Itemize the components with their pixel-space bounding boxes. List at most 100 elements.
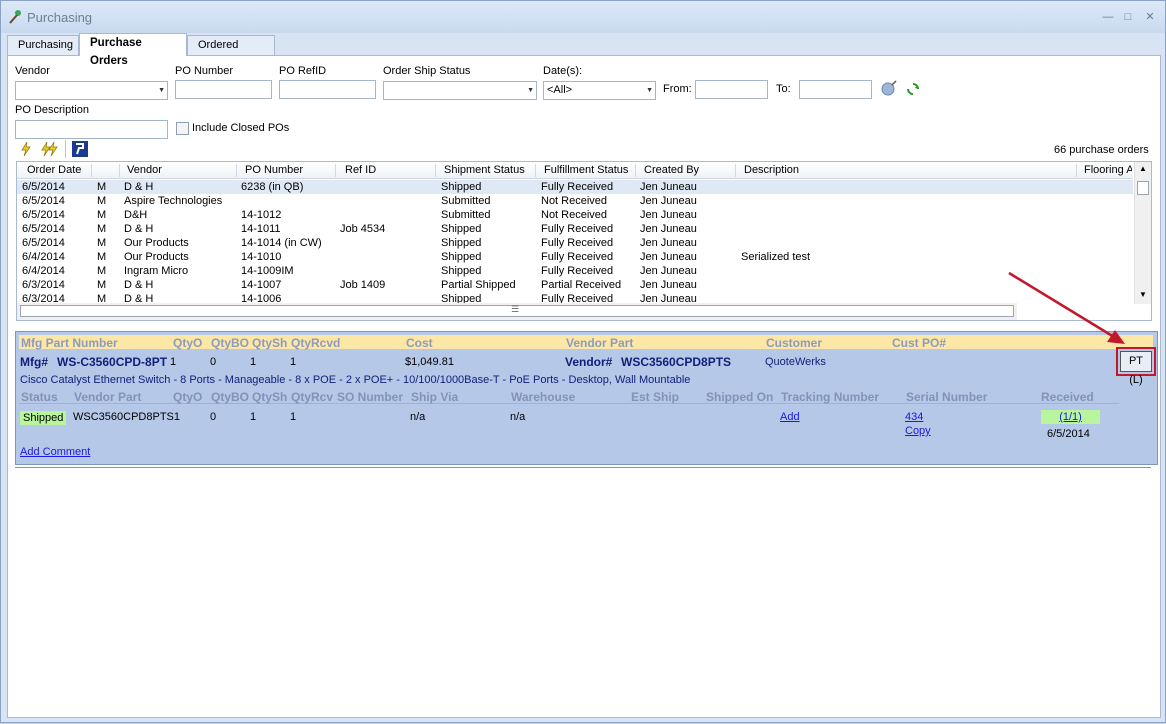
close-icon[interactable]: ✕ <box>1141 10 1159 24</box>
cell-by: Jen Juneau <box>640 223 697 235</box>
vendor-combo[interactable]: ▼ <box>15 81 168 100</box>
cell-date: 6/5/2014 <box>22 181 65 193</box>
from-date-input[interactable] <box>695 80 768 99</box>
column-separator <box>1076 164 1077 177</box>
scroll-down-icon[interactable]: ▼ <box>1137 290 1149 300</box>
po-description-label: PO Description <box>15 104 89 116</box>
pt-l-button[interactable]: PT (L) <box>1120 351 1152 386</box>
to-date-input[interactable] <box>799 80 872 99</box>
cell-by: Jen Juneau <box>640 251 697 263</box>
sub-vendor-part: Vendor Part <box>74 390 142 404</box>
cell-fulfill: Fully Received <box>541 251 614 263</box>
from-label: From: <box>663 83 692 95</box>
mfg-part-number: WS-C3560CPD-8PT <box>57 355 168 369</box>
clear-filter-icon[interactable] <box>880 80 898 98</box>
horizontal-scrollbar[interactable]: ☰ <box>17 303 1017 320</box>
sub-serial: Serial Number <box>906 390 988 404</box>
include-closed-checkbox[interactable] <box>176 122 189 135</box>
vendor-number-label: Vendor# <box>565 355 613 369</box>
hdr-mfg-part: Mfg Part Number <box>21 336 118 350</box>
table-row[interactable]: 6/5/2014 M D & H 6238 (in QB) Shipped Fully R… <box>17 180 1133 194</box>
double-lightning-icon[interactable] <box>40 142 58 156</box>
maximize-icon[interactable]: □ <box>1119 10 1137 24</box>
scroll-up-icon[interactable]: ▲ <box>1137 164 1149 174</box>
table-row[interactable]: 6/5/2014 M D & H 14-1011 Job 4534 Shipped Full… <box>17 222 1133 236</box>
sub-status: Status <box>21 390 58 404</box>
col-fulfillment-status[interactable]: Fulfillment Status <box>544 164 628 176</box>
cell-vendor: D & H <box>124 279 154 291</box>
tab-purchasing[interactable]: Purchasing <box>7 35 79 55</box>
cell-date: 6/5/2014 <box>22 209 65 221</box>
cell-vendor: D & H <box>124 181 154 193</box>
to-label: To: <box>776 83 791 95</box>
lightning-icon[interactable] <box>19 142 33 156</box>
vendor-label: Vendor <box>15 65 50 77</box>
col-description[interactable]: Description <box>744 164 799 176</box>
table-row[interactable]: 6/4/2014 M Our Products 14-1010 Shipped Fully… <box>17 250 1133 264</box>
sub-so-number: SO Number <box>337 390 404 404</box>
cell-m: M <box>97 251 107 263</box>
dates-combo[interactable]: <All> ▼ <box>543 81 656 100</box>
cell-vendor: Aspire Technologies <box>124 195 223 207</box>
quotewerks-icon[interactable] <box>72 141 88 157</box>
sub-qtyrcv: QtyRcv <box>291 390 334 404</box>
col-created-by[interactable]: Created By <box>644 164 699 176</box>
warehouse-value: n/a <box>510 411 526 423</box>
hdr-qtybo: QtyBO <box>211 336 250 350</box>
sub-shipped-on: Shipped On <box>706 390 774 404</box>
scroll-thumb[interactable] <box>1137 181 1149 195</box>
po-refid-label: PO RefID <box>279 65 327 77</box>
col-vendor[interactable]: Vendor <box>127 164 162 176</box>
col-ref-id[interactable]: Ref ID <box>345 164 376 176</box>
cell-m: M <box>97 237 107 249</box>
grip-icon: ☰ <box>511 304 520 314</box>
table-row[interactable]: 6/4/2014 M Ingram Micro 14-1009IM Shipped Ful… <box>17 264 1133 278</box>
order-ship-status-combo[interactable]: ▼ <box>383 81 537 100</box>
hdr-qtyo: QtyO <box>173 336 203 350</box>
ship-qtysh: 1 <box>250 411 257 423</box>
tab-purchase-orders[interactable]: Purchase Orders <box>79 33 187 67</box>
sub-received: Received <box>1041 390 1094 404</box>
h-scroll-thumb[interactable]: ☰ <box>20 304 1014 317</box>
cell-date: 6/5/2014 <box>22 223 65 235</box>
cell-fulfill: Partial Received <box>541 279 622 291</box>
table-row[interactable]: 6/5/2014 M Our Products 14-1014 (in CW) Ship… <box>17 236 1133 250</box>
pt-l-label: PT (L) <box>1128 355 1144 386</box>
received-date: 6/5/2014 <box>1047 428 1090 440</box>
table-row[interactable]: 6/5/2014 M Aspire Technologies Submitted Not… <box>17 194 1133 208</box>
vendor-part-value: WSC3560CPD8PTS <box>621 355 732 369</box>
refresh-icon[interactable] <box>906 82 920 96</box>
item-description: Cisco Catalyst Ethernet Switch - 8 Ports… <box>20 374 691 386</box>
serial-number-link[interactable]: 434 <box>905 411 923 423</box>
po-refid-input[interactable] <box>279 80 376 99</box>
col-shipment-status[interactable]: Shipment Status <box>444 164 525 176</box>
cell-po: 6238 (in QB) <box>241 181 304 193</box>
po-number-input[interactable] <box>175 80 272 99</box>
cell-ship: Shipped <box>441 265 482 277</box>
cell-m: M <box>97 265 107 277</box>
cell-date: 6/5/2014 <box>22 237 65 249</box>
table-row[interactable]: 6/3/2014 M D & H 14-1007 Job 1409 Partial Shi… <box>17 278 1133 292</box>
cell-po: 14-1012 <box>241 209 282 221</box>
dropdown-arrow-icon: ▼ <box>158 87 165 94</box>
add-comment-link[interactable]: Add Comment <box>20 446 90 458</box>
copy-serial-link[interactable]: Copy <box>905 425 931 437</box>
vertical-scrollbar[interactable]: ▲ ▼ <box>1134 162 1151 304</box>
po-description-input[interactable] <box>15 120 168 139</box>
customer-value: QuoteWerks <box>765 356 826 368</box>
tab-ordered-items[interactable]: Ordered Items <box>187 35 275 69</box>
cell-date: 6/4/2014 <box>22 251 65 263</box>
col-flooring[interactable]: Flooring A <box>1084 164 1132 176</box>
ship-qtybo: 0 <box>210 411 217 423</box>
tracking-add-link[interactable]: Add <box>780 411 800 423</box>
received-link[interactable]: (1/1) <box>1041 410 1100 424</box>
table-row[interactable]: 6/5/2014 M D&H 14-1012 Submitted Not Received… <box>17 208 1133 222</box>
app-icon <box>9 10 21 24</box>
col-order-date[interactable]: Order Date <box>27 164 81 176</box>
cell-fulfill: Fully Received <box>541 181 614 193</box>
minimize-icon[interactable]: — <box>1099 10 1117 24</box>
col-po-number[interactable]: PO Number <box>245 164 303 176</box>
dates-value: <All> <box>547 84 573 96</box>
cell-ref: Job 1409 <box>340 279 386 291</box>
cell-m: M <box>97 223 107 235</box>
